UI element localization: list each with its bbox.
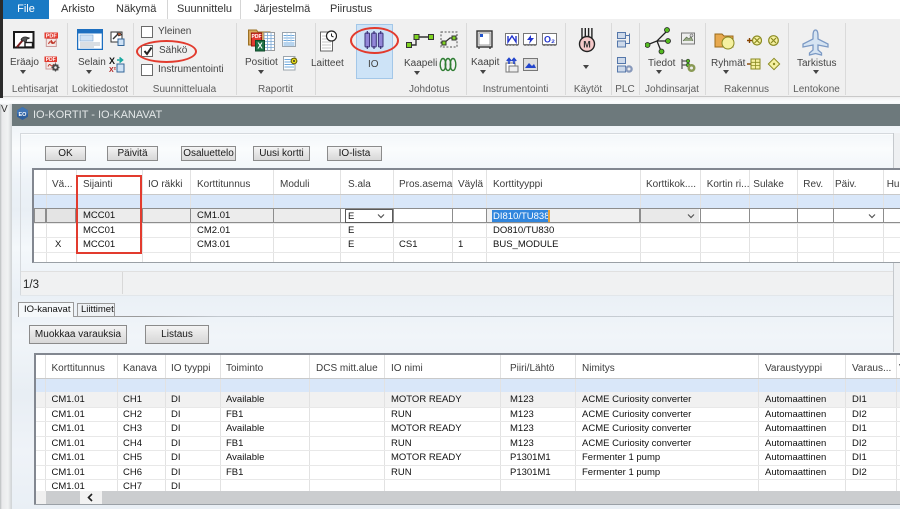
svg-text:X: X bbox=[109, 56, 115, 66]
svg-text:EO: EO bbox=[19, 112, 28, 118]
svg-text:X: X bbox=[257, 42, 263, 51]
svg-text:PDF: PDF bbox=[46, 57, 56, 63]
svg-text:O₂: O₂ bbox=[544, 35, 555, 45]
svg-text:PDF: PDF bbox=[252, 34, 262, 40]
svg-text:M: M bbox=[583, 40, 591, 50]
svg-text:X²: X² bbox=[109, 67, 117, 73]
svg-text:PDF: PDF bbox=[46, 33, 58, 39]
